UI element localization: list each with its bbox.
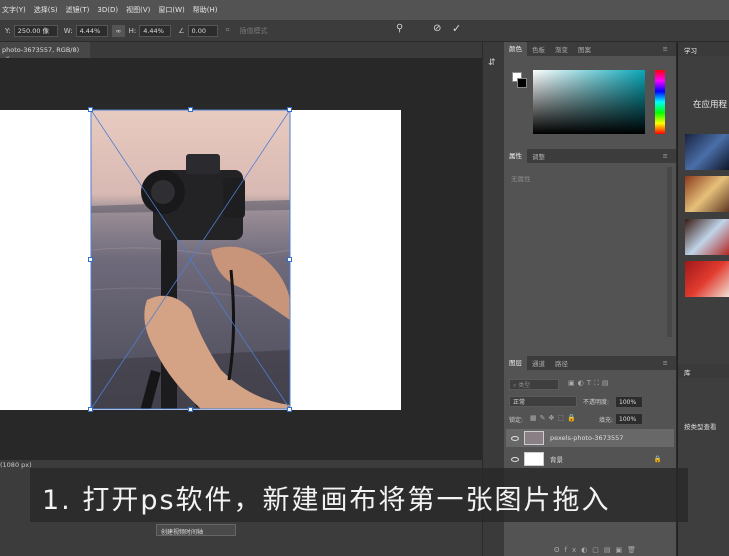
- handle-top-right[interactable]: [287, 107, 292, 112]
- layer-name: pexels-photo-3673557: [550, 434, 624, 442]
- cancel-icon[interactable]: ⊘: [433, 23, 441, 34]
- menu-help[interactable]: 帮助(H): [193, 5, 218, 15]
- layer-thumbnail: [524, 431, 544, 445]
- menu-window[interactable]: 窗口(W): [158, 5, 184, 15]
- link-icon[interactable]: ∞: [111, 24, 125, 37]
- options-bar: Y: 250.00 像 W: 4.44% ∞ H: 4.44% ∠ 0.00 ⌗…: [0, 20, 729, 42]
- interp-icon: ⌗: [225, 26, 230, 34]
- menu-select[interactable]: 选择(S): [34, 5, 58, 15]
- menu-type[interactable]: 文字(Y): [2, 5, 26, 15]
- tab-paths[interactable]: 路径: [550, 358, 573, 368]
- color-panel-tabs: 颜色 色板 渐变 图案 ≡: [504, 42, 676, 56]
- layer-kind-placeholder: 类型: [518, 382, 531, 389]
- layer-thumbnail: [524, 452, 544, 466]
- layer-filter-select[interactable]: ⌕ 类型: [509, 379, 559, 390]
- handle-top-left[interactable]: [88, 107, 93, 112]
- create-timeline-label: 创建视频时间轴: [161, 529, 204, 536]
- layers-panel-tabs: 图层 通道 路径 ≡: [504, 356, 676, 370]
- fill-label: 填充:: [599, 417, 614, 424]
- layer-row-background[interactable]: 背景 🔒: [506, 450, 674, 468]
- properties-empty-text: 无属性: [511, 175, 531, 183]
- tutorial-thumb-1[interactable]: [685, 134, 729, 170]
- panel-menu-icon[interactable]: ≡: [658, 152, 673, 160]
- layer-row-photo[interactable]: pexels-photo-3673557: [506, 429, 674, 447]
- tab-swatches[interactable]: 色板: [527, 44, 550, 54]
- panel-menu-icon[interactable]: ≡: [658, 359, 673, 367]
- handle-top-mid[interactable]: [188, 107, 193, 112]
- hue-slider[interactable]: [655, 70, 665, 134]
- layer-name: 背景: [550, 456, 563, 464]
- menu-view[interactable]: 视图(V): [126, 5, 150, 15]
- interp-label[interactable]: 插值模式: [239, 26, 267, 36]
- blend-mode-value: 正常: [513, 399, 526, 406]
- tab-learn[interactable]: 学习: [684, 45, 697, 55]
- opacity-field[interactable]: 100%: [615, 396, 643, 408]
- tutorial-caption: 1. 打开ps软件，新建画布将第一张图片拖入: [30, 468, 688, 522]
- handle-bottom-right[interactable]: [287, 407, 292, 412]
- height-field[interactable]: 4.44%: [139, 24, 172, 37]
- layer-footer-icons[interactable]: ʘfx◐▢▤▣🗑: [554, 546, 641, 554]
- tab-library[interactable]: 库: [684, 367, 691, 377]
- tab-color[interactable]: 颜色: [504, 42, 527, 56]
- fill-field[interactable]: 100%: [615, 413, 643, 425]
- history-icon[interactable]: ⇵: [488, 58, 496, 68]
- document-title: photo-3673557, RGB/8): [2, 46, 80, 54]
- visibility-eye-icon[interactable]: [511, 456, 519, 462]
- properties-scrollbar[interactable]: [667, 167, 672, 337]
- transform-box[interactable]: [88, 107, 294, 413]
- commit-icon[interactable]: ✓: [452, 22, 461, 35]
- learn-heading: 在应用程: [693, 100, 728, 110]
- tutorial-thumb-4[interactable]: [685, 261, 729, 297]
- status-text: (1080 px): [0, 461, 32, 469]
- tutorial-thumb-2[interactable]: [685, 176, 729, 212]
- y-field[interactable]: 250.00 像: [13, 24, 58, 37]
- panel-menu-icon[interactable]: ≡: [658, 45, 673, 53]
- tab-layers[interactable]: 图层: [504, 356, 527, 370]
- lock-label: 锁定:: [509, 417, 524, 424]
- tutorial-thumb-3[interactable]: [685, 219, 729, 255]
- search-icon: ⌕: [513, 382, 517, 389]
- handle-mid-left[interactable]: [88, 257, 93, 262]
- caption-text: 1. 打开ps软件，新建画布将第一张图片拖入: [42, 485, 611, 516]
- color-field[interactable]: [533, 70, 645, 134]
- blend-mode-select[interactable]: 正常: [509, 396, 577, 407]
- h-label: H:: [128, 26, 137, 35]
- w-label: W:: [63, 26, 73, 35]
- angle-field[interactable]: 0.00: [187, 24, 218, 37]
- angle-icon: ∠: [178, 26, 185, 35]
- visibility-eye-icon[interactable]: [511, 435, 519, 441]
- y-label: Y:: [5, 26, 11, 35]
- handle-bottom-mid[interactable]: [188, 407, 193, 412]
- tab-properties[interactable]: 属性: [504, 149, 527, 163]
- menu-filter[interactable]: 滤镜(T): [66, 5, 90, 15]
- opacity-label: 不透明度:: [583, 399, 610, 406]
- tab-adjustments[interactable]: 调整: [527, 151, 550, 161]
- width-field[interactable]: 4.44%: [75, 24, 108, 37]
- tab-patterns[interactable]: 图案: [573, 44, 596, 54]
- lock-icons[interactable]: ▦✎✥⬚🔒: [530, 414, 579, 422]
- filter-icons[interactable]: ▣◐T⛶▤: [568, 379, 612, 388]
- document-tab[interactable]: photo-3673557, RGB/8) ×: [0, 42, 90, 62]
- lock-icon: 🔒: [653, 455, 662, 463]
- tab-gradients[interactable]: 渐变: [550, 44, 573, 54]
- tab-channels[interactable]: 通道: [527, 358, 550, 368]
- background-swatch[interactable]: [517, 78, 527, 88]
- menu-3d[interactable]: 3D(D): [97, 6, 118, 14]
- library-sort-label[interactable]: 按类型查看: [684, 421, 717, 431]
- create-timeline-button[interactable]: 创建视频时间轴: [156, 524, 236, 536]
- properties-panel-tabs: 属性 调整 ≡: [504, 149, 676, 163]
- handle-mid-right[interactable]: [287, 257, 292, 262]
- warp-icon[interactable]: ⚲: [396, 23, 403, 34]
- handle-bottom-left[interactable]: [88, 407, 93, 412]
- menu-bar: 文字(Y) 选择(S) 滤镜(T) 3D(D) 视图(V) 窗口(W) 帮助(H…: [0, 0, 729, 20]
